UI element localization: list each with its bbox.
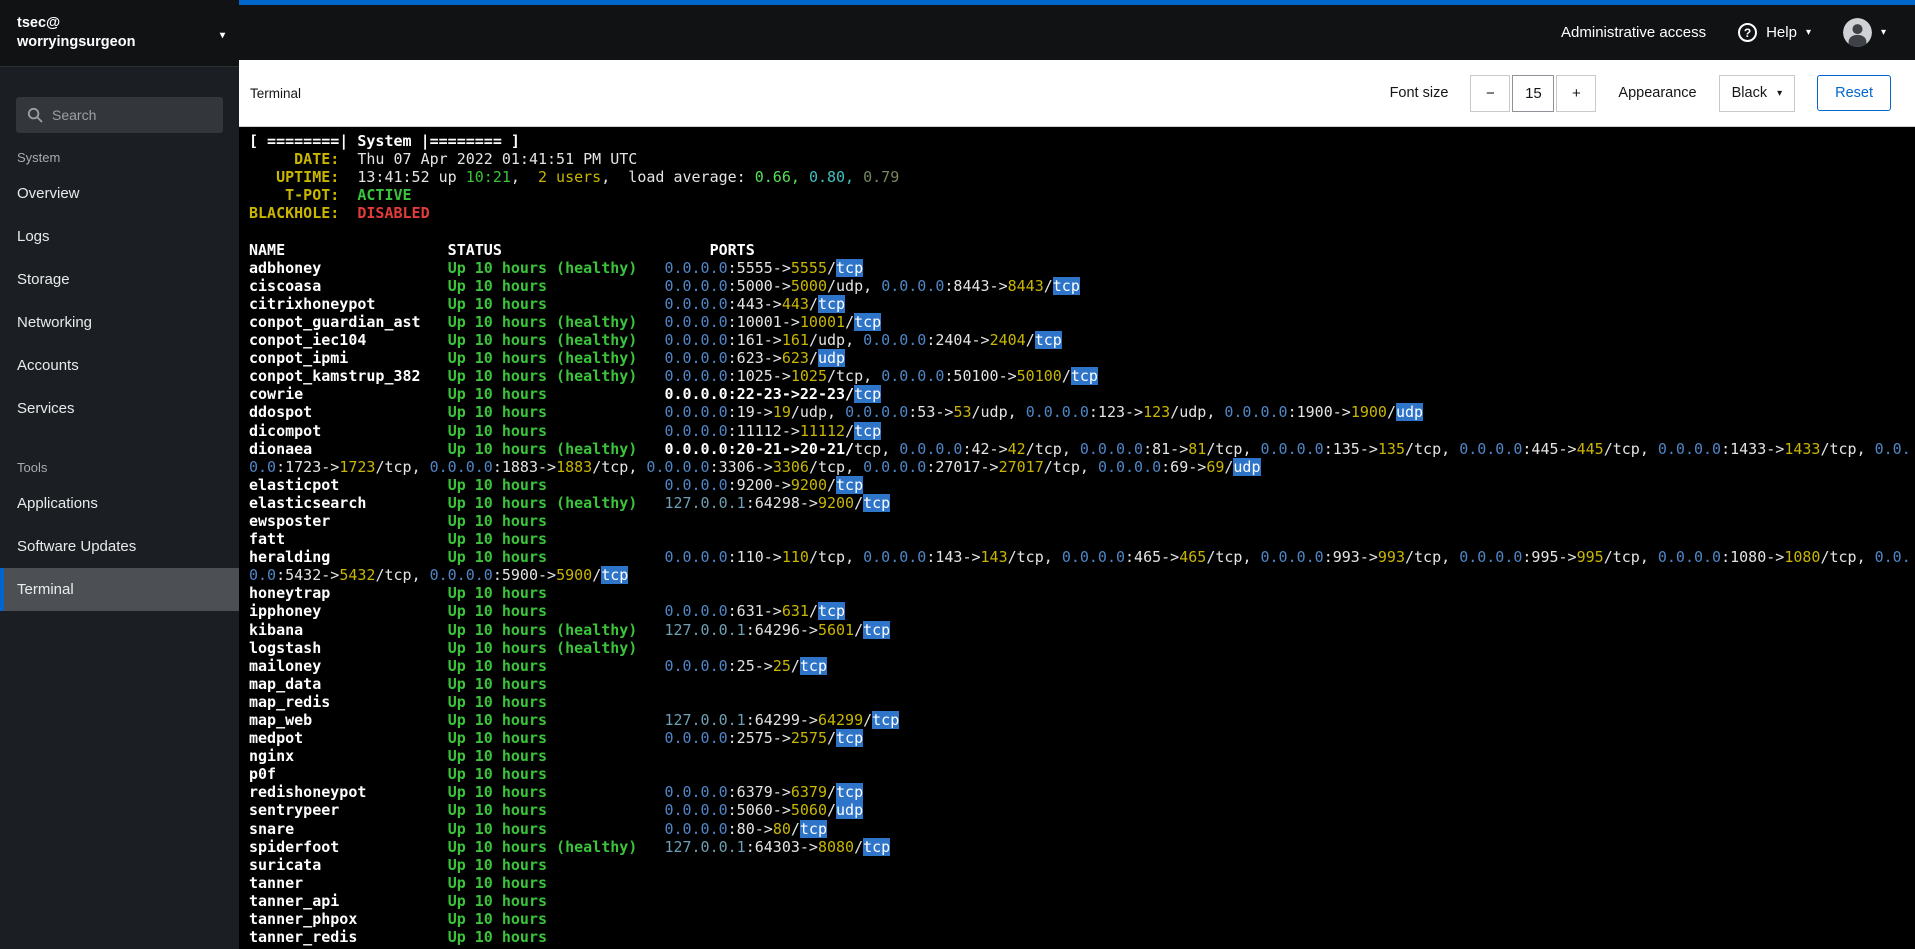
terminal-row: honeytrap Up 10 hours [249, 584, 665, 603]
terminal-row: cowrie Up 10 hours 0.0.0.0:22-23->22-23/… [249, 385, 882, 404]
chevron-down-icon: ▾ [219, 30, 225, 41]
font-size-label: Font size [1389, 85, 1449, 101]
terminal-row: tanner_redis Up 10 hours [249, 928, 665, 947]
terminal-row: p0f Up 10 hours [249, 765, 665, 784]
terminal-row: ipphoney Up 10 hours 0.0.0.0:631->631/tc… [249, 602, 846, 621]
sidebar-nav: System Overview Logs Storage Networking Accou… [0, 133, 239, 611]
chevron-down-icon: ▾ [1805, 27, 1811, 38]
nav-section-label: System [17, 150, 61, 165]
terminal-banner: [ ========| System |======== ] [249, 132, 520, 150]
sidebar-item-accounts[interactable]: Accounts [0, 344, 239, 387]
terminal-row: ewsposter Up 10 hours [249, 511, 665, 530]
session-menu-button[interactable]: ▾ [1830, 10, 1899, 55]
terminal-row: tanner_phpox Up 10 hours [249, 910, 665, 929]
appearance-value: Black [1731, 85, 1768, 101]
font-size-stepper: − 15 + [1470, 74, 1597, 112]
sidebar-item-terminal[interactable]: Terminal [0, 568, 239, 611]
search-icon [27, 107, 43, 128]
help-icon: ? [1738, 23, 1758, 42]
terminal-row: medpot Up 10 hours 0.0.0.0:2575->2575/tc… [249, 729, 864, 748]
terminal-row: heralding Up 10 hours 0.0.0.0:110->110/t… [249, 548, 1911, 585]
host-user: tsec@ [17, 15, 61, 31]
terminal-row: spiderfoot Up 10 hours (healthy) 127.0.0… [249, 837, 891, 856]
terminal-row: adbhoney Up 10 hours (healthy) 0.0.0.0:5… [249, 258, 864, 277]
terminal-row: snare Up 10 hours 0.0.0.0:80->80/tcp [249, 819, 827, 838]
sidebar-item-storage[interactable]: Storage [0, 258, 239, 301]
avatar [1842, 18, 1872, 47]
terminal-info-line: UPTIME: 13:41:52 up 10:21, 2 users, load… [249, 168, 900, 187]
terminal-row: elasticsearch Up 10 hours (healthy) 127.… [249, 493, 891, 512]
terminal-row: tanner_api Up 10 hours [249, 891, 665, 910]
terminal-row: map_web Up 10 hours 127.0.0.1:64299->642… [249, 711, 900, 729]
terminal-info-line: T-POT: ACTIVE [249, 186, 412, 205]
terminal-table-header: NAME STATUS PORTS [249, 240, 755, 259]
terminal-row: conpot_kamstrup_382 Up 10 hours (healthy… [249, 367, 1098, 386]
terminal-row: suricata Up 10 hours [249, 855, 665, 874]
terminal-output[interactable]: [ ========| System |======== ] DATE: Thu… [239, 127, 1915, 949]
administrative-access-button[interactable]: Administrative access [1548, 16, 1719, 49]
masthead: Administrative access ? Help ▾ ▾ [239, 5, 1915, 60]
terminal-row: redishoneypot Up 10 hours 0.0.0.0:6379->… [249, 783, 864, 802]
nav-section-system: System Overview Logs Storage Networking Accou… [0, 133, 239, 430]
nav-section-label: Tools [17, 460, 48, 475]
appearance-select[interactable]: Black ▾ [1718, 74, 1796, 112]
sidebar: tsec@ worryingsurgeon ▾ System OverviewLo… [0, 0, 239, 949]
terminal-row: ciscoasa Up 10 hours 0.0.0.0:5000->5000/… [249, 276, 1080, 295]
administrative-access-label: Administrative access [1561, 24, 1707, 41]
toolbar-controls: Font size − 15 + Appearance Black ▾ Rese… [1389, 74, 1891, 112]
terminal-info-line: DATE: Thu 07 Apr 2022 01:41:51 PM UTC [249, 150, 638, 169]
appearance-label: Appearance [1618, 85, 1697, 101]
terminal-row: sentrypeer Up 10 hours 0.0.0.0:5060->506… [249, 801, 864, 820]
sidebar-item-services[interactable]: Services [0, 387, 239, 430]
sidebar-item-software-updates[interactable]: Software Updates [0, 525, 239, 568]
reset-button[interactable]: Reset [1817, 75, 1891, 111]
sidebar-item-logs[interactable]: Logs [0, 215, 239, 258]
terminal-row: map_redis Up 10 hours [249, 692, 665, 711]
terminal-row: logstash Up 10 hours (healthy) [249, 638, 665, 657]
terminal-row: citrixhoneypot Up 10 hours 0.0.0.0:443->… [249, 294, 846, 313]
chevron-down-icon: ▾ [1777, 87, 1783, 99]
sidebar-item-overview[interactable]: Overview [0, 172, 239, 215]
terminal-row: conpot_ipmi Up 10 hours (healthy) 0.0.0.… [249, 349, 846, 368]
terminal-row: mailoney Up 10 hours 0.0.0.0:25->25/tcp [249, 656, 827, 675]
host-name: worryingsurgeon [17, 34, 136, 50]
font-size-increase-button[interactable]: + [1556, 74, 1597, 112]
sidebar-item-applications[interactable]: Applications [0, 482, 239, 525]
terminal-row: tanner Up 10 hours [249, 873, 665, 892]
nav-section-tools: Tools Applications Software Updates Termina… [0, 430, 239, 611]
terminal-row: ddospot Up 10 hours 0.0.0.0:19->19/udp, … [249, 403, 1424, 422]
terminal-row: map_data Up 10 hours [249, 674, 665, 693]
terminal-row: kibana Up 10 hours (healthy) 127.0.0.1:6… [249, 620, 891, 639]
terminal-row: conpot_iec104 Up 10 hours (healthy) 0.0.… [249, 331, 1062, 350]
sidebar-search [16, 97, 223, 133]
app-root: tsec@ worryingsurgeon ▾ System OverviewLo… [0, 0, 1915, 949]
chevron-down-icon: ▾ [1880, 27, 1886, 38]
terminal-toolbar: Terminal Font size − 15 + Appearance Bla… [239, 60, 1915, 127]
font-size-value[interactable]: 15 [1512, 74, 1555, 112]
help-menu-button[interactable]: ? Help ▾ [1725, 15, 1824, 50]
host-switcher[interactable]: tsec@ worryingsurgeon ▾ [0, 0, 239, 67]
main-column: Administrative access ? Help ▾ ▾ Termina… [239, 0, 1915, 949]
terminal-row: conpot_guardian_ast Up 10 hours (healthy… [249, 312, 882, 331]
page-title: Terminal [250, 85, 302, 101]
terminal-row: nginx Up 10 hours [249, 747, 665, 766]
terminal-row: dicompot Up 10 hours 0.0.0.0:11112->1111… [249, 421, 882, 440]
sidebar-item-networking[interactable]: Networking [0, 301, 239, 344]
terminal-row: elasticpot Up 10 hours 0.0.0.0:9200->920… [249, 475, 864, 494]
help-label: Help [1766, 24, 1797, 41]
terminal-info-line: BLACKHOLE: DISABLED [249, 204, 430, 223]
terminal-row: dionaea Up 10 hours (healthy) 0.0.0.0:20… [249, 439, 1911, 476]
font-size-decrease-button[interactable]: − [1470, 74, 1511, 112]
search-input[interactable] [16, 97, 223, 133]
terminal-row: fatt Up 10 hours [249, 530, 665, 549]
